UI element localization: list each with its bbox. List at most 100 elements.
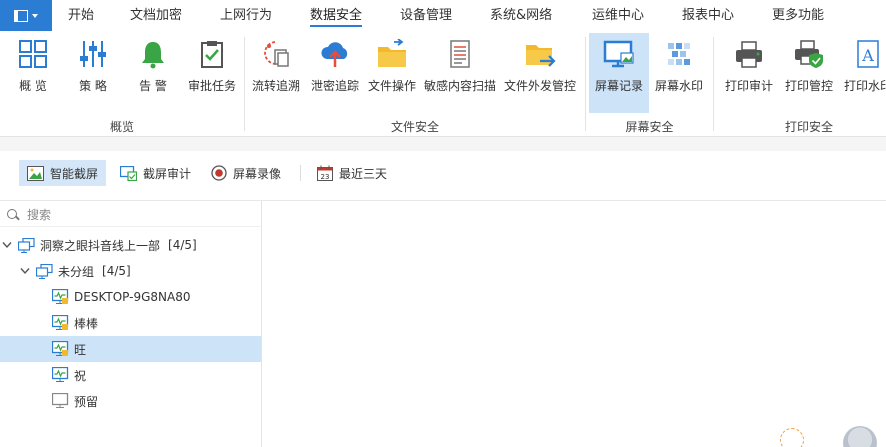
tree-node-label: 预留 [74, 394, 99, 409]
chevron-down-icon [32, 13, 38, 18]
tab-device-management[interactable]: 设备管理 [400, 0, 452, 31]
tree-node-label: 祝 [74, 368, 87, 383]
computer-group-icon [36, 263, 53, 279]
tab-internet-behavior[interactable]: 上网行为 [220, 0, 272, 31]
ribbon-print-audit-button[interactable]: 打印审计 [722, 33, 776, 113]
ribbon-button-label: 文件外发管控 [503, 79, 576, 93]
record-icon [210, 165, 227, 182]
sub-toolbar: 智能截屏 截屏审计 屏幕录像 23 最近三天 [0, 151, 886, 201]
sliders-icon [76, 37, 110, 71]
ribbon-button-label: 打印审计 [724, 79, 773, 93]
ribbon-button-label: 屏幕水印 [654, 79, 703, 93]
date-range-selector[interactable]: 23 最近三天 [308, 160, 395, 186]
image-icon [27, 165, 44, 182]
ribbon-alert-button[interactable]: 告 警 [132, 33, 174, 113]
ribbon-button-label: 打印管控 [784, 79, 833, 93]
ribbon-print-control-button[interactable]: 打印管控 [782, 33, 836, 113]
tree-node-device[interactable]: 祝 [0, 362, 261, 388]
online-computer-icon [52, 367, 69, 383]
tree-node-label: 未分组 [58, 264, 95, 279]
calendar-icon: 23 [316, 165, 333, 182]
folder-send-icon [523, 37, 557, 71]
ribbon-button-label: 策 略 [79, 79, 107, 93]
app-menu-button[interactable] [0, 0, 52, 31]
search-box [0, 203, 262, 227]
computer-group-icon [18, 237, 35, 253]
tab-doc-encryption[interactable]: 文档加密 [130, 0, 182, 31]
smart-screenshot-button[interactable]: 智能截屏 [19, 160, 107, 186]
ribbon-print-watermark-button[interactable]: A 打印水印 [842, 33, 886, 113]
ribbon-file-operation-button[interactable]: 文件操作 [366, 33, 418, 113]
search-icon [6, 208, 20, 222]
ribbon-button-label: 屏幕记录 [594, 79, 643, 93]
tab-data-security[interactable]: 数据安全 [310, 0, 363, 31]
ribbon-screen-record-button[interactable]: 屏幕记录 [589, 33, 649, 113]
tab-report-center[interactable]: 报表中心 [682, 0, 734, 31]
offline-computer-icon [52, 393, 69, 409]
menu-bar: 开始 文档加密 上网行为 数据安全 设备管理 系统&网络 运维中心 报表中心 更… [0, 0, 886, 31]
watermark-icon [662, 37, 696, 71]
ribbon-button-label: 敏感内容扫描 [423, 79, 496, 93]
printer-shield-icon [792, 37, 826, 71]
app-menu-icon [14, 9, 28, 22]
toolbar-separator [300, 165, 301, 181]
document-scan-icon [443, 37, 477, 71]
ribbon-separator [713, 37, 714, 131]
group-label-print-security: 打印安全 [784, 120, 833, 134]
text-a-icon: A [851, 37, 885, 71]
ribbon-button-label: 审批任务 [187, 79, 236, 93]
online-computer-icon [52, 289, 69, 305]
tab-start[interactable]: 开始 [68, 0, 94, 31]
bell-icon [136, 37, 170, 71]
tab-more-features[interactable]: 更多功能 [772, 0, 824, 31]
online-computer-icon [52, 341, 69, 357]
toolbar-label: 截屏审计 [143, 166, 192, 181]
ribbon-policy-button[interactable]: 策 略 [72, 33, 114, 113]
chevron-down-icon[interactable] [2, 240, 12, 250]
tree-node-count: [4/5] [168, 238, 197, 252]
tree-node-label: DESKTOP-9G8NA80 [74, 290, 191, 304]
clipboard-check-icon [195, 37, 229, 71]
ribbon-button-label: 打印水印 [843, 79, 886, 93]
screen-audit-icon [120, 165, 137, 182]
tree-node-label: 旺 [74, 342, 87, 357]
group-label-file-security: 文件安全 [390, 120, 439, 134]
tree-node-ungrouped[interactable]: 未分组 [4/5] [0, 258, 261, 284]
trace-icon [259, 37, 293, 71]
ribbon-button-label: 概 览 [19, 79, 47, 93]
toolbar-label: 最近三天 [339, 166, 388, 181]
screenshot-audit-button[interactable]: 截屏审计 [112, 160, 199, 186]
printer-icon [732, 37, 766, 71]
group-label-overview: 概览 [109, 120, 134, 134]
ribbon-file-send-control-button[interactable]: 文件外发管控 [502, 33, 578, 113]
ribbon-approval-button[interactable]: 审批任务 [186, 33, 238, 113]
search-input[interactable] [27, 207, 247, 222]
tree-node-device[interactable]: DESKTOP-9G8NA80 [0, 284, 261, 310]
tab-system-network[interactable]: 系统&网络 [490, 0, 552, 31]
ribbon-flow-trace-button[interactable]: 流转追溯 [250, 33, 302, 113]
ribbon-button-label: 流转追溯 [251, 79, 300, 93]
svg-text:A: A [861, 46, 874, 65]
tab-ops-center[interactable]: 运维中心 [592, 0, 644, 31]
tree-node-device-offline[interactable]: 预留 [0, 388, 261, 414]
ribbon-separator [585, 37, 586, 131]
ribbon-leak-tracking-button[interactable]: 泄密追踪 [309, 33, 361, 113]
ribbon-button-label: 告 警 [139, 79, 167, 93]
ribbon-screen-watermark-button[interactable]: 屏幕水印 [652, 33, 706, 113]
ribbon-button-label: 文件操作 [367, 79, 416, 93]
ribbon-overview-button[interactable]: 概 览 [12, 33, 54, 113]
tree-node-root-group[interactable]: 洞察之眼抖音线上一部 [4/5] [0, 232, 261, 258]
tree-node-label: 棒棒 [74, 316, 99, 331]
grid-icon [16, 37, 50, 71]
chevron-down-icon[interactable] [20, 266, 30, 276]
ribbon: 概 览 策 略 告 警 审批任务 流转追溯 泄密追踪 文件操作 敏感内容扫描 文… [0, 31, 886, 137]
monitor-image-icon [602, 37, 636, 71]
ribbon-button-label: 泄密追踪 [310, 79, 359, 93]
tree-node-device[interactable]: 棒棒 [0, 310, 261, 336]
screen-recording-button[interactable]: 屏幕录像 [202, 160, 289, 186]
tree-node-count: [4/5] [102, 264, 131, 278]
ribbon-sensitive-scan-button[interactable]: 敏感内容扫描 [423, 33, 497, 113]
calendar-day: 23 [320, 173, 329, 181]
cloud-upload-icon [318, 37, 352, 71]
tree-node-device-selected[interactable]: 旺 [0, 336, 261, 362]
